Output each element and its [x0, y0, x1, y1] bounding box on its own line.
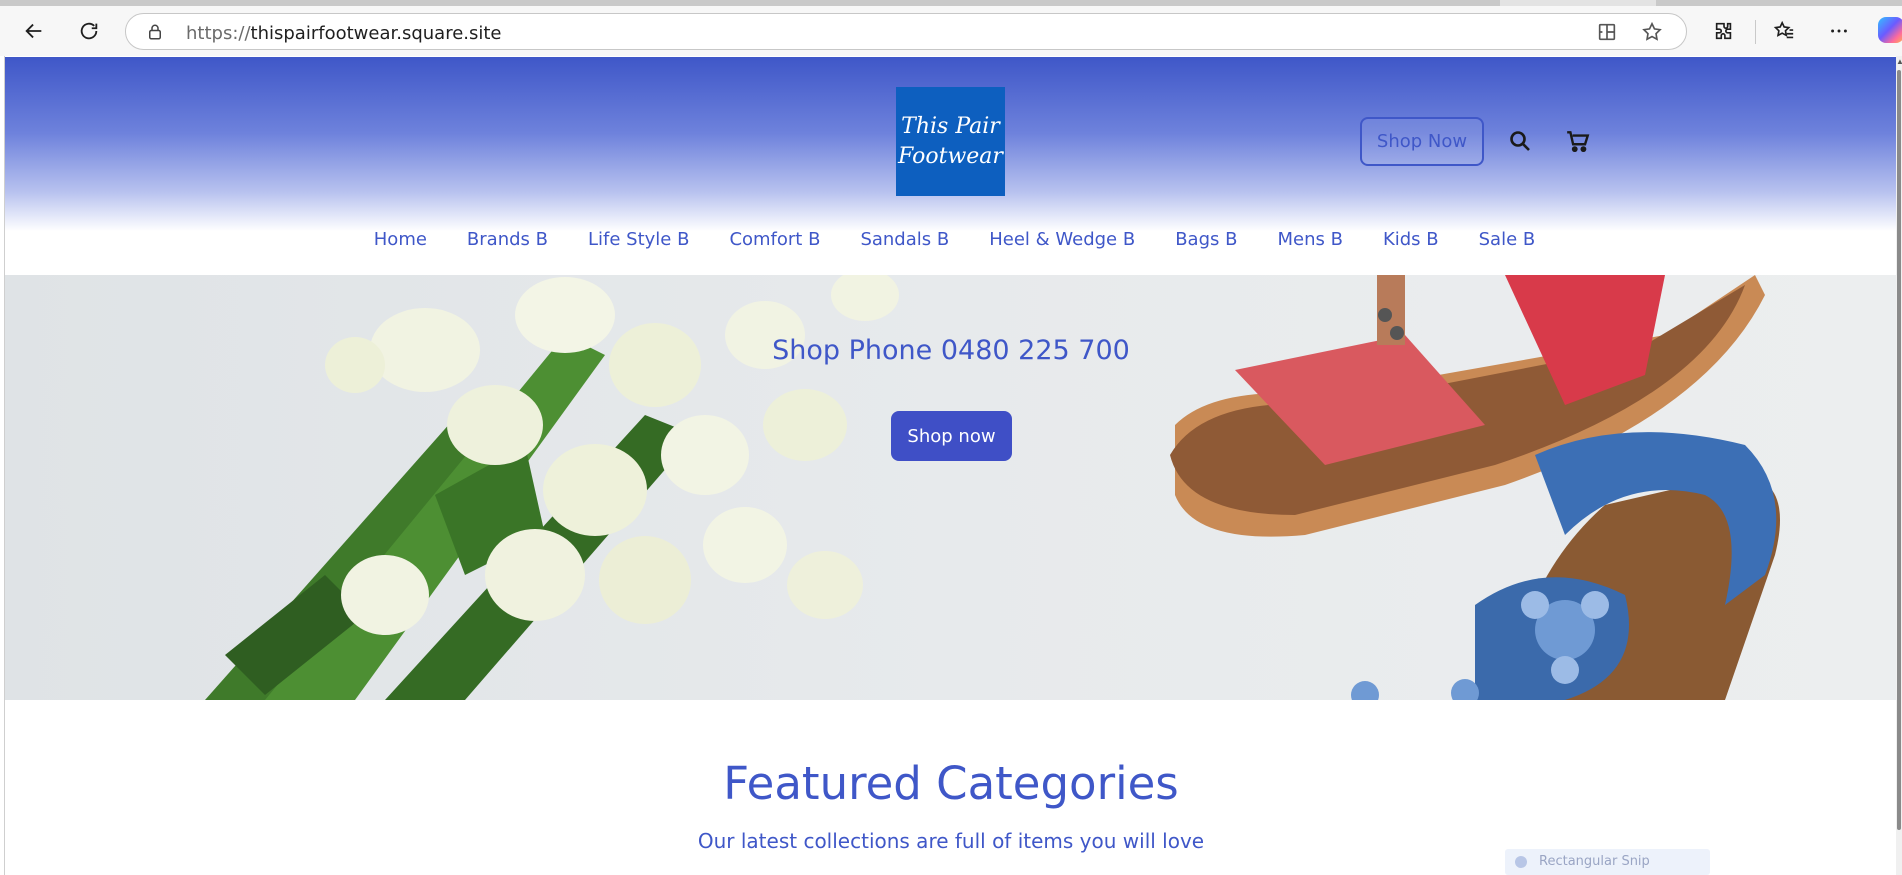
hero-title: Shop Phone 0480 225 700 [772, 335, 1130, 366]
header-shop-now-button[interactable]: Shop Now [1360, 117, 1484, 166]
site-header: This Pair Footwear Shop Now Home Brands … [5, 57, 1897, 275]
nav-brands[interactable]: Brands B [467, 222, 548, 258]
hero-shop-now-button[interactable]: Shop now [891, 411, 1012, 461]
nav-sale[interactable]: Sale B [1479, 222, 1536, 258]
featured-title: Featured Categories [723, 757, 1179, 810]
snip-tooltip-text: Rectangular Snip [1539, 854, 1650, 869]
nav-sandals[interactable]: Sandals B [860, 222, 949, 258]
cart-icon[interactable] [1563, 126, 1593, 156]
nav-comfort[interactable]: Comfort B [729, 222, 820, 258]
back-arrow-icon[interactable] [17, 14, 51, 48]
reload-icon[interactable] [72, 14, 106, 48]
nav-home[interactable]: Home [374, 222, 427, 258]
browser-toolbar: https://thispairfootwear.square.site [0, 0, 1902, 56]
main-nav: Home Brands B Life Style B Comfort B San… [5, 222, 1897, 258]
site-logo[interactable]: This Pair Footwear [896, 87, 1005, 196]
favorites-icon[interactable] [1767, 14, 1801, 48]
copilot-icon[interactable] [1878, 17, 1902, 43]
star-icon[interactable] [1641, 21, 1663, 43]
scrollbar-thumb[interactable] [1897, 70, 1901, 830]
snip-tooltip: Rectangular Snip [1505, 849, 1710, 875]
more-icon[interactable] [1822, 14, 1856, 48]
search-icon[interactable] [1505, 126, 1535, 156]
tab-strip-shade-right [1656, 0, 1902, 6]
nav-kids[interactable]: Kids B [1383, 222, 1439, 258]
nav-bags[interactable]: Bags B [1175, 222, 1237, 258]
address-bar[interactable]: https://thispairfootwear.square.site [125, 13, 1687, 50]
scroll-up-icon[interactable]: ▲ [1896, 58, 1902, 66]
nav-life-style[interactable]: Life Style B [588, 222, 689, 258]
url-protocol: https:// [186, 23, 251, 44]
nav-mens[interactable]: Mens B [1277, 222, 1342, 258]
lock-icon[interactable] [146, 23, 164, 41]
toolbar-divider [1755, 20, 1756, 44]
url-text[interactable]: https://thispairfootwear.square.site [186, 23, 502, 44]
nav-heel-wedge[interactable]: Heel & Wedge B [989, 222, 1135, 258]
page-scrollbar[interactable]: ▲ [1896, 56, 1902, 875]
app-available-icon[interactable] [1596, 21, 1618, 43]
snip-icon [1515, 856, 1527, 868]
hero-banner: Shop Phone 0480 225 700 Shop now [5, 275, 1897, 700]
url-host: thispairfootwear.square.site [250, 23, 502, 44]
tab-strip-shade [0, 0, 1500, 6]
tab-strip [0, 0, 1902, 6]
extensions-icon[interactable] [1707, 14, 1741, 48]
web-page: This Pair Footwear Shop Now Home Brands … [5, 57, 1897, 875]
logo-line-1: This Pair [901, 113, 1000, 139]
logo-line-2: Footwear [898, 143, 1003, 169]
